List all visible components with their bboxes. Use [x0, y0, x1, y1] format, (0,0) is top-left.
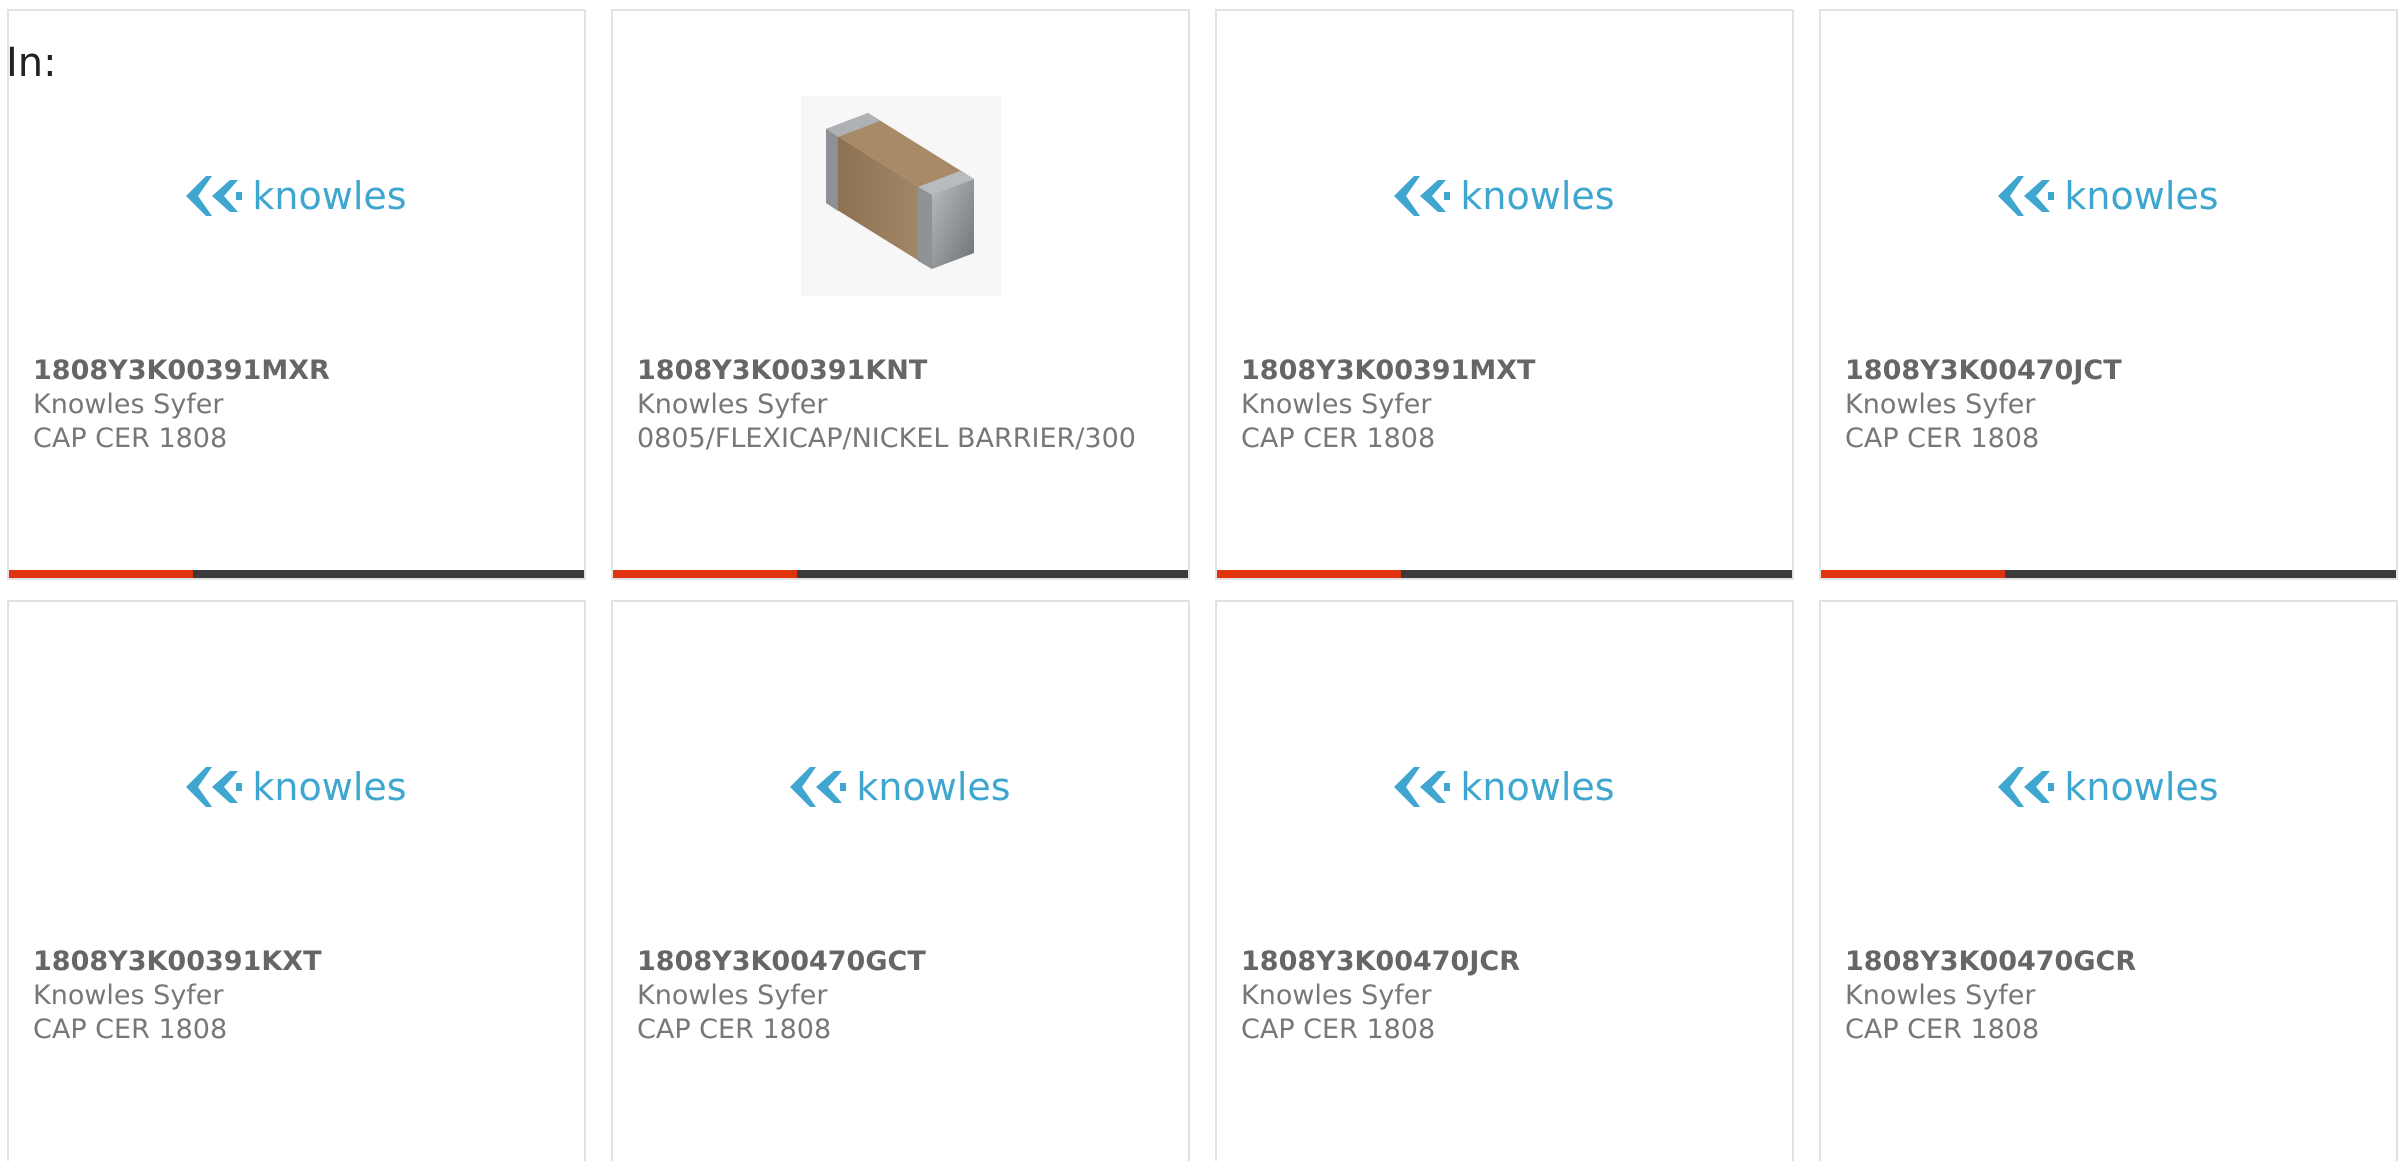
part-number[interactable]: 1808Y3K00391MXR	[33, 354, 564, 388]
part-number[interactable]: 1808Y3K00470JCT	[1845, 354, 2376, 388]
product-image[interactable]: knowles	[1821, 662, 2396, 912]
progress-bar	[1821, 570, 2396, 578]
product-image[interactable]: knowles	[613, 662, 1188, 912]
product-image[interactable]: knowles	[9, 71, 584, 321]
product-info: 1808Y3K00391MXR Knowles Syfer CAP CER 18…	[33, 354, 564, 456]
part-number[interactable]: 1808Y3K00391KXT	[33, 945, 564, 979]
knowles-logo-icon	[790, 767, 847, 807]
progress-fill	[1821, 570, 2005, 578]
product-info: 1808Y3K00391MXT Knowles Syfer CAP CER 18…	[1241, 354, 1772, 456]
part-number[interactable]: 1808Y3K00470GCT	[637, 945, 1168, 979]
product-card[interactable]: knowles 1808Y3K00391MXR Knowles Syfer CA…	[7, 9, 586, 580]
description: CAP CER 1808	[33, 423, 228, 454]
product-image[interactable]: knowles	[1217, 71, 1792, 321]
progress-bar	[9, 570, 584, 578]
product-grid: knowles 1808Y3K00391MXR Knowles Syfer CA…	[7, 9, 2398, 1161]
description: 0805/FLEXICAP/NICKEL BARRIER/300	[637, 423, 1136, 454]
knowles-logo-icon	[1394, 176, 1451, 216]
description: CAP CER 1808	[1241, 423, 1436, 454]
knowles-logo-icon	[1998, 176, 2055, 216]
product-info: 1808Y3K00391KXT Knowles Syfer CAP CER 18…	[33, 945, 564, 1047]
knowles-logo-icon	[1394, 767, 1451, 807]
progress-fill	[1217, 570, 1401, 578]
manufacturer: Knowles Syfer	[33, 389, 224, 420]
knowles-logo: knowles	[186, 174, 407, 218]
description: CAP CER 1808	[1845, 1014, 2040, 1045]
knowles-logo: knowles	[186, 765, 407, 809]
knowles-logo: knowles	[1998, 174, 2219, 218]
logo-text: knowles	[2064, 765, 2219, 809]
product-info: 1808Y3K00470GCR Knowles Syfer CAP CER 18…	[1845, 945, 2376, 1047]
product-image[interactable]: knowles	[1821, 71, 2396, 321]
manufacturer: Knowles Syfer	[1241, 389, 1432, 420]
description: CAP CER 1808	[33, 1014, 228, 1045]
manufacturer: Knowles Syfer	[1845, 980, 2036, 1011]
logo-text: knowles	[252, 174, 407, 218]
progress-fill	[613, 570, 797, 578]
knowles-logo-icon	[186, 176, 243, 216]
part-number[interactable]: 1808Y3K00470GCR	[1845, 945, 2376, 979]
capacitor-chip-image	[800, 96, 1001, 296]
logo-text: knowles	[2064, 174, 2219, 218]
product-card[interactable]: knowles 1808Y3K00391MXT Knowles Syfer CA…	[1215, 9, 1794, 580]
logo-text: knowles	[1460, 765, 1615, 809]
product-card[interactable]: knowles 1808Y3K00470JCT Knowles Syfer CA…	[1819, 9, 2398, 580]
knowles-logo: knowles	[1998, 765, 2219, 809]
product-image[interactable]	[613, 71, 1188, 321]
knowles-logo: knowles	[1394, 174, 1615, 218]
manufacturer: Knowles Syfer	[637, 389, 828, 420]
product-card[interactable]: knowles 1808Y3K00391KXT Knowles Syfer CA…	[7, 600, 586, 1161]
manufacturer: Knowles Syfer	[33, 980, 224, 1011]
progress-fill	[9, 570, 193, 578]
product-info: 1808Y3K00470JCR Knowles Syfer CAP CER 18…	[1241, 945, 1772, 1047]
description: CAP CER 1808	[1241, 1014, 1436, 1045]
manufacturer: Knowles Syfer	[637, 980, 828, 1011]
progress-bar	[613, 570, 1188, 578]
description: CAP CER 1808	[637, 1014, 832, 1045]
capacitor-chip-icon	[825, 113, 974, 269]
knowles-logo: knowles	[790, 765, 1011, 809]
product-info: 1808Y3K00470GCT Knowles Syfer CAP CER 18…	[637, 945, 1168, 1047]
description: CAP CER 1808	[1845, 423, 2040, 454]
product-info: 1808Y3K00470JCT Knowles Syfer CAP CER 18…	[1845, 354, 2376, 456]
in-label: In:	[6, 40, 57, 86]
part-number[interactable]: 1808Y3K00391KNT	[637, 354, 1168, 388]
part-number[interactable]: 1808Y3K00470JCR	[1241, 945, 1772, 979]
part-number[interactable]: 1808Y3K00391MXT	[1241, 354, 1772, 388]
product-card[interactable]: 1808Y3K00391KNT Knowles Syfer 0805/FLEXI…	[611, 9, 1190, 580]
product-card[interactable]: knowles 1808Y3K00470JCR Knowles Syfer CA…	[1215, 600, 1794, 1161]
logo-text: knowles	[856, 765, 1011, 809]
product-card[interactable]: knowles 1808Y3K00470GCT Knowles Syfer CA…	[611, 600, 1190, 1161]
knowles-logo: knowles	[1394, 765, 1615, 809]
product-image[interactable]: knowles	[9, 662, 584, 912]
manufacturer: Knowles Syfer	[1845, 389, 2036, 420]
knowles-logo-icon	[186, 767, 243, 807]
progress-bar	[1217, 570, 1792, 578]
product-card[interactable]: knowles 1808Y3K00470GCR Knowles Syfer CA…	[1819, 600, 2398, 1161]
manufacturer: Knowles Syfer	[1241, 980, 1432, 1011]
product-image[interactable]: knowles	[1217, 662, 1792, 912]
product-results-page: In: knowles 1808Y3K00391MXR Knowles Syfe…	[0, 0, 2400, 1161]
logo-text: knowles	[252, 765, 407, 809]
knowles-logo-icon	[1998, 767, 2055, 807]
product-info: 1808Y3K00391KNT Knowles Syfer 0805/FLEXI…	[637, 354, 1168, 456]
logo-text: knowles	[1460, 174, 1615, 218]
